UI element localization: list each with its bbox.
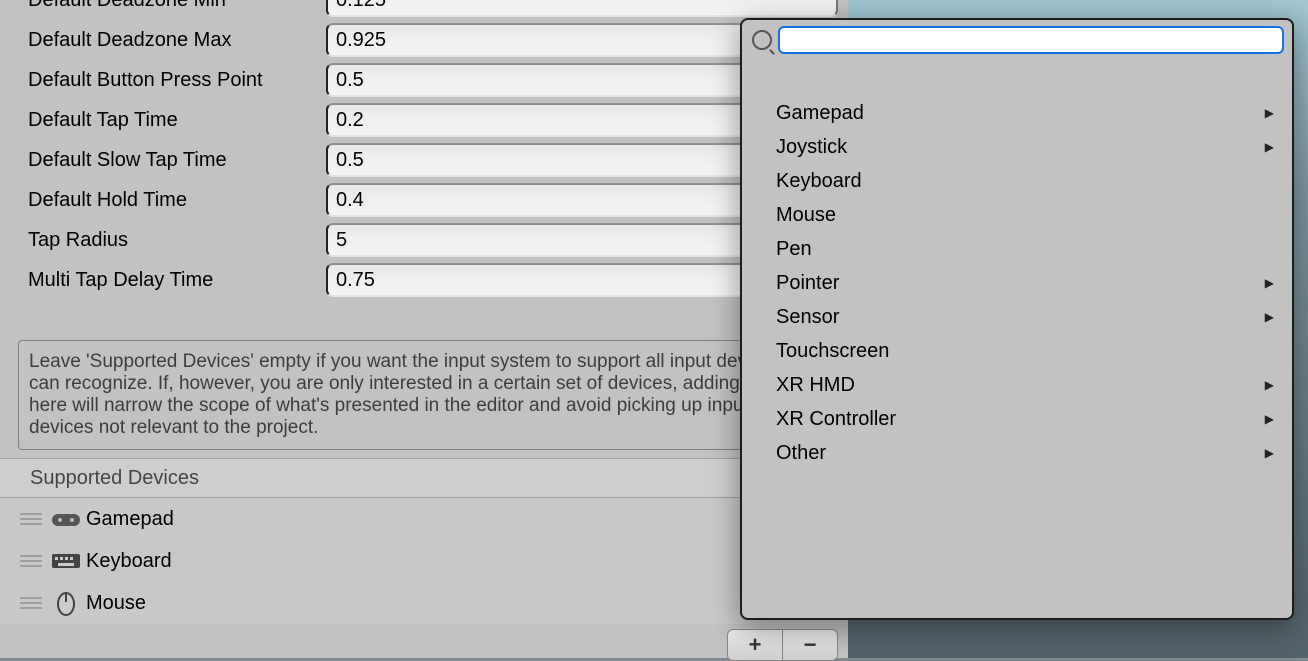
field-row: Default Deadzone Min: [0, 0, 848, 20]
popup-item-label: XR HMD: [776, 374, 855, 397]
gamepad-icon: [50, 510, 82, 528]
popup-item-label: Joystick: [776, 136, 847, 159]
popup-item[interactable]: XR Controller ▶: [742, 402, 1292, 436]
popup-item-label: Pen: [776, 238, 812, 261]
popup-item-label: XR Controller: [776, 408, 896, 431]
field-label: Default Deadzone Max: [28, 29, 326, 52]
chevron-right-icon: ▶: [1265, 378, 1274, 392]
supported-devices-header: Supported Devices: [0, 458, 848, 498]
field-label: Default Tap Time: [28, 109, 326, 132]
field-row: Tap Radius: [0, 220, 848, 260]
remove-device-button[interactable]: −: [782, 629, 838, 661]
popup-item-label: Other: [776, 442, 826, 465]
popup-item[interactable]: XR HMD ▶: [742, 368, 1292, 402]
list-item[interactable]: Keyboard: [0, 540, 848, 582]
field-row: Default Slow Tap Time: [0, 140, 848, 180]
chevron-right-icon: ▶: [1265, 446, 1274, 460]
popup-item-label: Pointer: [776, 272, 839, 295]
device-name: Keyboard: [86, 550, 172, 573]
mouse-icon: [50, 590, 82, 616]
chevron-right-icon: ▶: [1265, 106, 1274, 120]
popup-search-row: [742, 20, 1292, 60]
settings-panel: Default Deadzone Min Default Deadzone Ma…: [0, 0, 848, 658]
drag-handle-icon[interactable]: [20, 597, 50, 609]
field-row: Default Deadzone Max: [0, 20, 848, 60]
field-label: Default Button Press Point: [28, 69, 326, 92]
popup-item-label: Touchscreen: [776, 340, 889, 363]
popup-item[interactable]: Keyboard: [742, 164, 1292, 198]
field-row: Default Tap Time: [0, 100, 848, 140]
popup-item-label: Mouse: [776, 204, 836, 227]
field-label: Multi Tap Delay Time: [28, 269, 326, 292]
popup-item[interactable]: Pointer ▶: [742, 266, 1292, 300]
popup-item[interactable]: Mouse: [742, 198, 1292, 232]
popup-item[interactable]: Touchscreen: [742, 334, 1292, 368]
popup-search-input[interactable]: [778, 26, 1284, 54]
popup-item[interactable]: Gamepad ▶: [742, 96, 1292, 130]
drag-handle-icon[interactable]: [20, 513, 50, 525]
field-row: Multi Tap Delay Time: [0, 260, 848, 300]
popup-item-label: Keyboard: [776, 170, 862, 193]
drag-handle-icon[interactable]: [20, 555, 50, 567]
popup-item[interactable]: Joystick ▶: [742, 130, 1292, 164]
popup-item-label: Gamepad: [776, 102, 864, 125]
supported-devices-list: Gamepad Keyboard Mouse: [0, 498, 848, 624]
device-name: Mouse: [86, 592, 146, 615]
field-label: Default Hold Time: [28, 189, 326, 212]
help-box: Leave 'Supported Devices' empty if you w…: [18, 340, 838, 450]
field-label: Default Slow Tap Time: [28, 149, 326, 172]
popup-item[interactable]: Pen: [742, 232, 1292, 266]
chevron-right-icon: ▶: [1265, 140, 1274, 154]
list-footer: + −: [18, 630, 838, 660]
popup-item-label: Sensor: [776, 306, 839, 329]
deadzone-min-input[interactable]: [326, 0, 838, 17]
keyboard-icon: [50, 552, 82, 570]
field-row: Default Button Press Point: [0, 60, 848, 100]
field-label: Default Deadzone Min: [28, 0, 326, 12]
device-picker-popup: Gamepad ▶ Joystick ▶ Keyboard Mouse Pen Pointer…: [740, 18, 1294, 620]
chevron-right-icon: ▶: [1265, 310, 1274, 324]
search-icon: [752, 30, 772, 50]
device-name: Gamepad: [86, 508, 174, 531]
popup-list: Gamepad ▶ Joystick ▶ Keyboard Mouse Pen Pointer…: [742, 60, 1292, 618]
popup-item[interactable]: Sensor ▶: [742, 300, 1292, 334]
chevron-right-icon: ▶: [1265, 412, 1274, 426]
add-device-button[interactable]: +: [727, 629, 782, 661]
list-item[interactable]: Mouse: [0, 582, 848, 624]
chevron-right-icon: ▶: [1265, 276, 1274, 290]
field-label: Tap Radius: [28, 229, 326, 252]
field-row: Default Hold Time: [0, 180, 848, 220]
list-item[interactable]: Gamepad: [0, 498, 848, 540]
popup-item[interactable]: Other ▶: [742, 436, 1292, 470]
